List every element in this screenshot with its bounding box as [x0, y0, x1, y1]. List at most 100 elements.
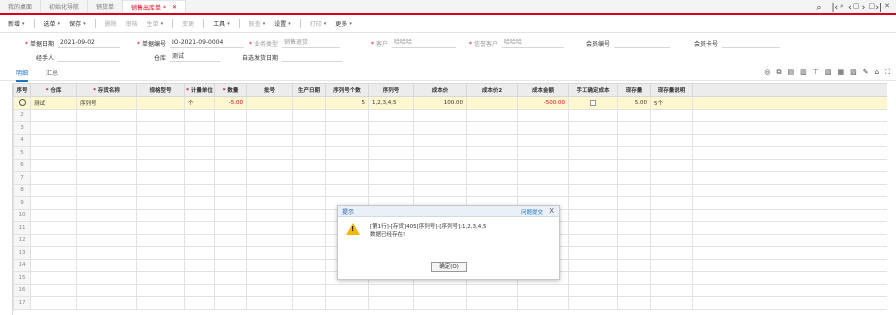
grid-cell[interactable] — [136, 121, 185, 135]
grid-cell[interactable] — [325, 108, 369, 122]
grid-cell[interactable] — [214, 208, 247, 222]
grid-cell[interactable] — [650, 283, 693, 297]
grid-cell[interactable] — [30, 258, 77, 272]
grid-cell[interactable] — [617, 208, 651, 222]
settle-customer-input[interactable]: 哈哈哈 — [502, 38, 564, 48]
toolbar-button-10[interactable]: 打印 ▾ — [310, 19, 327, 29]
grid-cell[interactable] — [692, 171, 887, 185]
grid-cell[interactable] — [292, 283, 326, 297]
grid-cell[interactable] — [466, 296, 518, 310]
tab-detail[interactable]: 明细 — [16, 68, 29, 82]
grid-cell[interactable] — [517, 133, 569, 147]
grid-cell[interactable] — [617, 283, 651, 297]
grid-cell[interactable] — [76, 133, 137, 147]
grid-cell[interactable] — [292, 208, 326, 222]
table-row[interactable]: 5 — [13, 146, 887, 160]
table-row[interactable]: 7 — [13, 171, 887, 185]
grid-cell[interactable] — [184, 221, 215, 235]
grid-cell[interactable] — [76, 233, 137, 247]
grid-cell[interactable] — [568, 233, 618, 247]
grid-cell[interactable] — [30, 271, 77, 285]
grid-cell[interactable] — [214, 271, 247, 285]
cell-stock[interactable]: 5.00 — [617, 96, 651, 110]
grid-cell[interactable] — [76, 208, 137, 222]
grid-cell[interactable] — [136, 221, 185, 235]
grid-cell[interactable] — [246, 146, 293, 160]
cell-serial-count[interactable]: 5 — [325, 96, 369, 110]
grid-cell[interactable] — [568, 146, 618, 160]
table-row[interactable]: 8 — [13, 183, 887, 197]
grid-cell[interactable] — [368, 171, 414, 185]
grid-cell[interactable] — [136, 171, 185, 185]
tab-document-3[interactable]: 销售出库单 * ✕ — [123, 0, 186, 13]
cell-cost-amount[interactable]: -500.00 — [517, 96, 569, 110]
grid-cell[interactable] — [617, 158, 651, 172]
grid-cell[interactable] — [292, 171, 326, 185]
table-row[interactable]: 3 — [13, 121, 887, 135]
tab-document-1[interactable]: 初始化导航 — [41, 0, 89, 13]
column-header[interactable]: 序号 — [13, 83, 31, 97]
warehouse-input[interactable]: 测试 — [170, 52, 220, 62]
grid-cell[interactable] — [413, 158, 467, 172]
grid-cell[interactable] — [617, 121, 651, 135]
grid-cell[interactable] — [692, 108, 887, 122]
grid-cell[interactable] — [246, 246, 293, 260]
grid-cell[interactable] — [136, 296, 185, 310]
grid-cell[interactable] — [184, 133, 215, 147]
copy-row-icon[interactable]: ⧉ — [777, 68, 782, 77]
column-header[interactable]: 序列号 — [368, 83, 414, 97]
manual-cost-checkbox[interactable] — [590, 99, 596, 106]
grid-cell[interactable] — [413, 121, 467, 135]
cell-stock-desc[interactable]: 5个 — [650, 96, 693, 110]
doc-no-input[interactable]: IO-2021-09-0004 — [170, 38, 244, 48]
grid-cell[interactable] — [30, 121, 77, 135]
grid-cell[interactable] — [136, 108, 185, 122]
grid-cell[interactable] — [292, 108, 326, 122]
grid-cell[interactable] — [184, 158, 215, 172]
grid-cell[interactable] — [692, 221, 887, 235]
grid-cell[interactable] — [30, 283, 77, 297]
prev-record-icon[interactable]: ‹ — [848, 3, 852, 13]
first-record-icon[interactable]: |‹ — [832, 3, 839, 13]
grid-cell[interactable] — [368, 121, 414, 135]
table-row[interactable]: 17 — [13, 296, 887, 310]
grid-cell[interactable] — [214, 221, 247, 235]
cell-item[interactable]: 序列号 — [76, 96, 137, 110]
grid-cell[interactable] — [650, 233, 693, 247]
cell-spec[interactable] — [136, 96, 185, 110]
grid-cell[interactable] — [568, 221, 618, 235]
next-record-icon[interactable]: › — [862, 3, 866, 13]
column-header[interactable]: 生产日期 — [292, 83, 326, 97]
grid-cell[interactable] — [136, 246, 185, 260]
grid-cell[interactable] — [76, 296, 137, 310]
grid-cell[interactable] — [214, 146, 247, 160]
cell-serial[interactable]: 1,2,3,4,5 — [368, 96, 414, 110]
grid-cell[interactable] — [246, 158, 293, 172]
grid-cell[interactable] — [517, 283, 569, 297]
grid-cell[interactable] — [368, 296, 414, 310]
grid-cell[interactable] — [517, 121, 569, 135]
grid-cell[interactable] — [184, 271, 215, 285]
grid-cell[interactable] — [517, 296, 569, 310]
grid-cell[interactable] — [517, 158, 569, 172]
cell-unit[interactable]: 个 — [184, 96, 215, 110]
column-header[interactable]: 批号 — [246, 83, 293, 97]
grid-cell[interactable] — [76, 158, 137, 172]
grid-cell[interactable] — [466, 183, 518, 197]
grid-cell[interactable] — [617, 171, 651, 185]
grid-cell[interactable] — [650, 196, 693, 210]
customer-input[interactable]: 哈哈哈 — [392, 38, 456, 48]
grid-cell[interactable] — [30, 146, 77, 160]
location-icon[interactable]: ◎ — [764, 68, 770, 77]
grid-cell[interactable] — [246, 208, 293, 222]
report-problem-link[interactable]: 问题提交 — [521, 208, 543, 216]
grid-cell[interactable] — [76, 183, 137, 197]
grid-cell[interactable] — [246, 133, 293, 147]
toolbar-button-9[interactable]: 设置 ▾ — [274, 19, 291, 29]
grid-cell[interactable] — [517, 183, 569, 197]
member-no-input[interactable] — [614, 38, 670, 48]
grid-cell[interactable] — [617, 108, 651, 122]
grid-cell[interactable] — [368, 133, 414, 147]
grid-cell[interactable] — [692, 233, 887, 247]
grid-cell[interactable] — [136, 258, 185, 272]
